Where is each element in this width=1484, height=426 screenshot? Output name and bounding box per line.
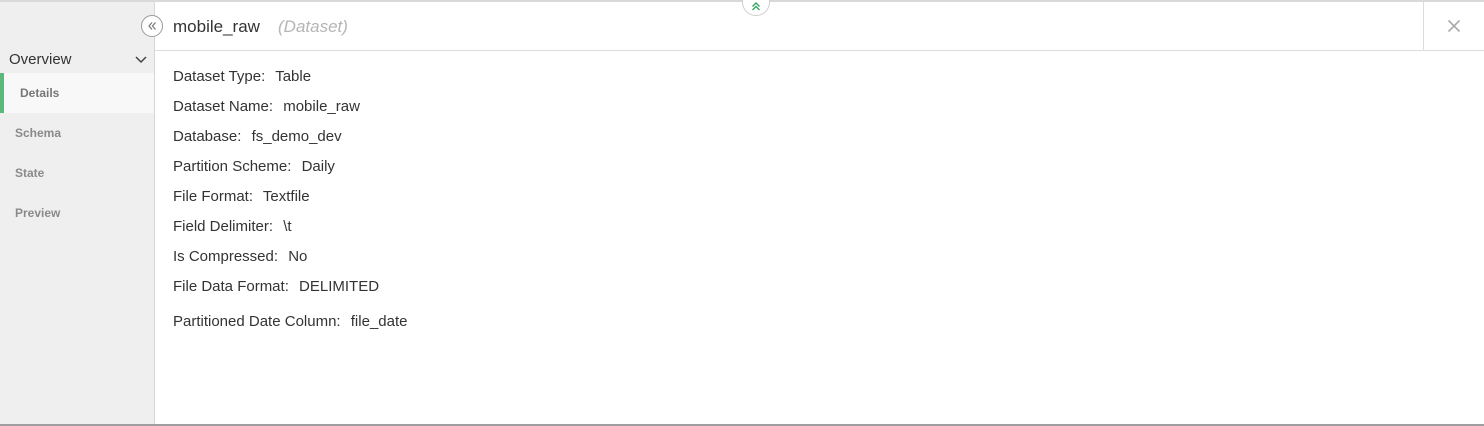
detail-key: Partitioned Date Column:	[173, 313, 341, 330]
detail-row: Is Compressed: No	[173, 246, 407, 276]
detail-row: Partition Scheme: Daily	[173, 156, 407, 186]
overview-section-toggle[interactable]: Overview	[9, 48, 149, 70]
close-button[interactable]	[1423, 2, 1484, 50]
detail-row: Partitioned Date Column: file_date	[173, 311, 407, 341]
details-list: Dataset Type: Table Dataset Name: mobile…	[173, 66, 407, 341]
sidebar-item-label: Details	[20, 86, 60, 100]
close-icon	[1447, 19, 1461, 33]
detail-key: Partition Scheme:	[173, 158, 292, 175]
detail-row: Database: fs_demo_dev	[173, 126, 407, 156]
detail-key: Dataset Name:	[173, 98, 274, 115]
collapse-sidebar-button[interactable]	[141, 15, 163, 37]
sidebar-item-details[interactable]: Details	[0, 73, 154, 113]
detail-value: mobile_raw	[283, 98, 360, 115]
detail-value: Table	[275, 68, 312, 85]
sidebar-nav: Details Schema State Preview	[0, 73, 154, 233]
dataset-detail-panel: Overview Details Schema State Preview mo…	[0, 0, 1484, 426]
detail-value: DELIMITED	[299, 278, 380, 295]
dataset-type-label: (Dataset)	[278, 17, 348, 36]
detail-key: Dataset Type:	[173, 68, 266, 85]
detail-key: Field Delimiter:	[173, 218, 274, 235]
panel-header: mobile_raw (Dataset)	[155, 2, 1484, 51]
sidebar: Overview Details Schema State Preview	[0, 2, 155, 424]
detail-value: No	[288, 248, 308, 265]
sidebar-item-state[interactable]: State	[0, 153, 154, 193]
detail-value: fs_demo_dev	[251, 128, 342, 145]
detail-key: Database:	[173, 128, 242, 145]
sidebar-item-label: Preview	[15, 206, 61, 220]
detail-row: Dataset Type: Table	[173, 66, 407, 96]
detail-row: File Format: Textfile	[173, 186, 407, 216]
detail-key: File Data Format:	[173, 278, 289, 295]
overview-heading: Overview	[9, 50, 72, 68]
detail-value: Textfile	[262, 188, 310, 205]
detail-row: File Data Format: DELIMITED	[173, 276, 407, 306]
detail-row: Field Delimiter: \t	[173, 216, 407, 246]
sidebar-item-label: Schema	[15, 126, 62, 140]
sidebar-item-preview[interactable]: Preview	[0, 193, 154, 233]
detail-value: Daily	[301, 158, 335, 175]
chevron-down-icon	[135, 56, 147, 64]
detail-key: File Format:	[173, 188, 254, 205]
double-chevron-up-icon	[752, 2, 760, 11]
dataset-title: mobile_raw	[173, 17, 260, 36]
sidebar-item-label: State	[15, 166, 45, 180]
detail-row: Dataset Name: mobile_raw	[173, 96, 407, 126]
detail-value: \t	[283, 218, 292, 235]
detail-value: file_date	[350, 313, 408, 330]
detail-key: Is Compressed:	[173, 248, 279, 265]
sidebar-item-schema[interactable]: Schema	[0, 113, 154, 153]
double-chevron-left-icon	[148, 22, 156, 30]
